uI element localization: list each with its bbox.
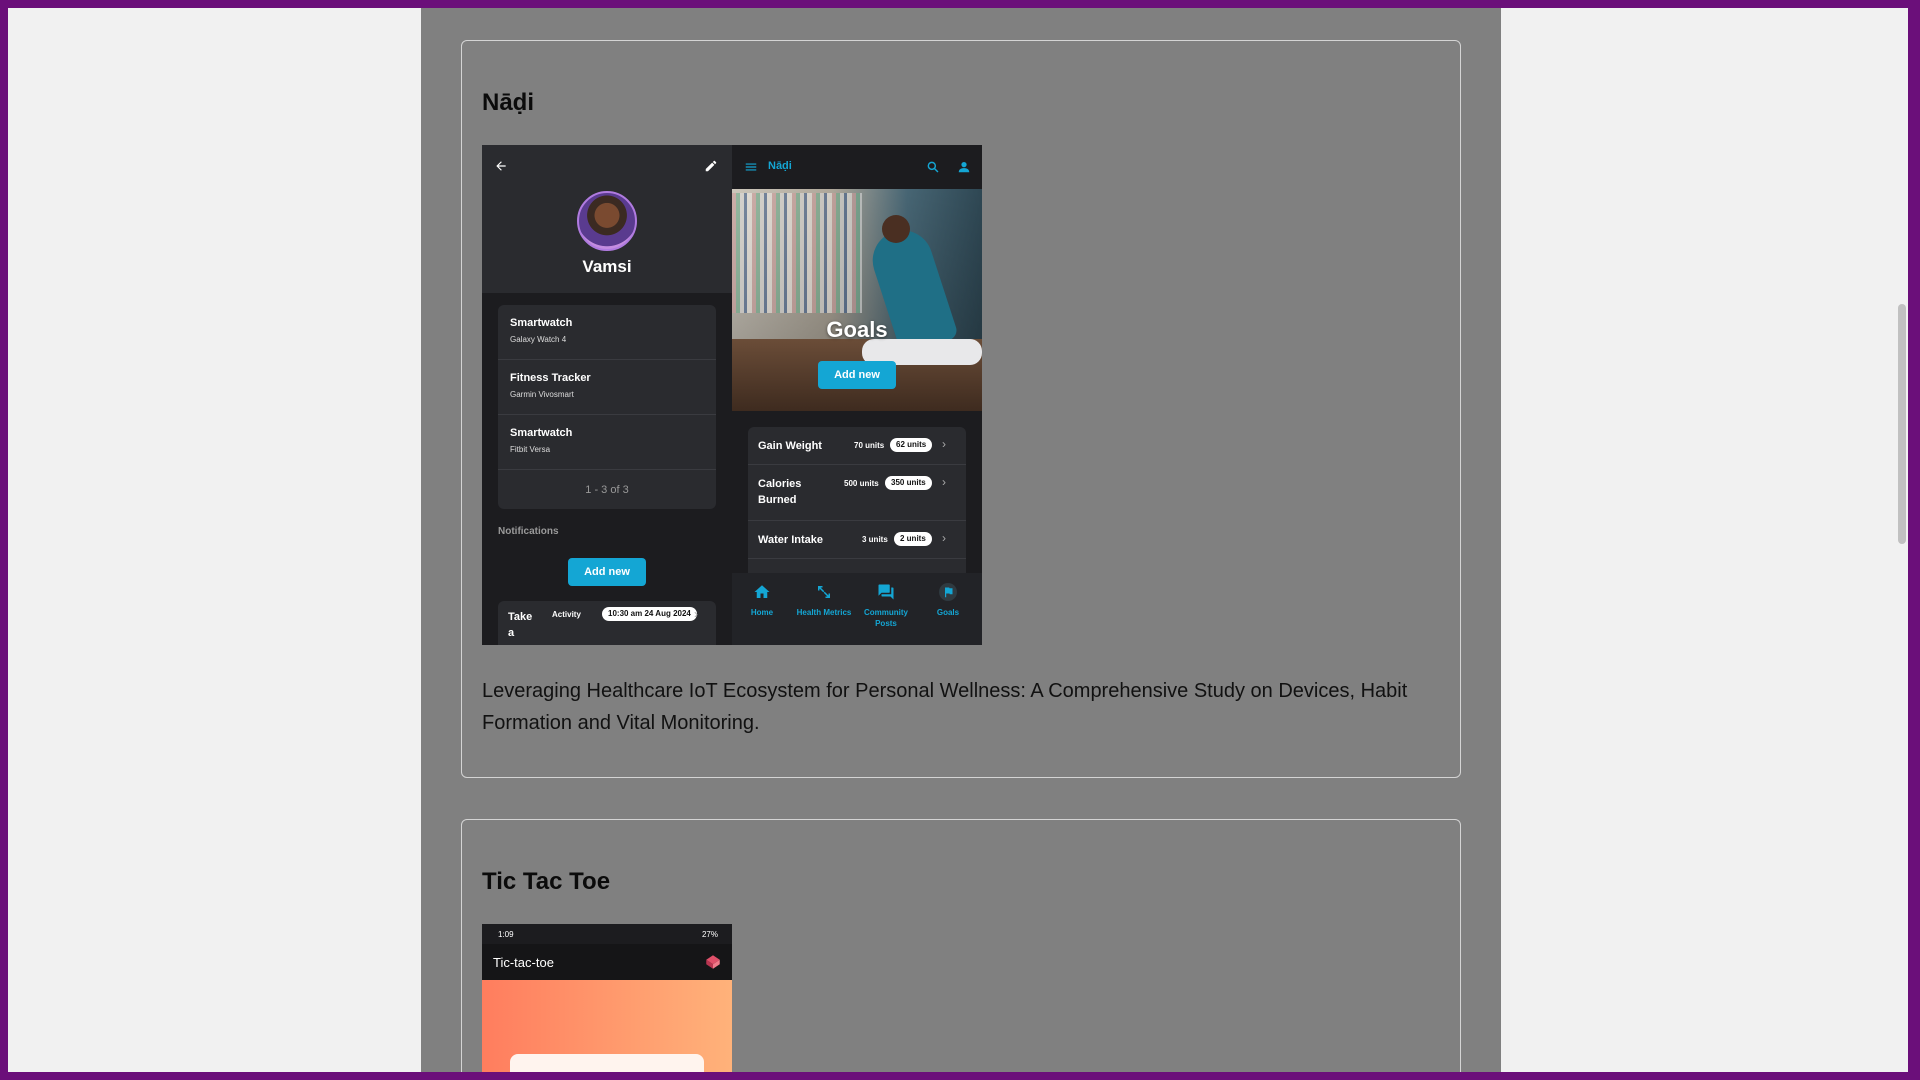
goal-target: 3 units xyxy=(862,535,888,544)
notification-type: Activity xyxy=(552,610,581,619)
notification-title: Take a xyxy=(508,611,533,639)
notifications-label: Notifications xyxy=(498,526,559,537)
add-new-button: Add new xyxy=(568,558,646,586)
device-subtitle: Garmin Vivosmart xyxy=(510,390,574,399)
hero-image: Goals Add new xyxy=(732,189,982,411)
add-new-button: Add new xyxy=(818,361,896,389)
bookshelf-graphic xyxy=(732,193,862,313)
game-card xyxy=(510,1054,704,1072)
browser-viewport: Nāḍi Vamsi Smartwatch Galaxy Watch 4 Fit… xyxy=(8,8,1908,1072)
nav-label: Health Metrics xyxy=(796,608,852,617)
pager-text: 1 - 3 of 3 xyxy=(585,484,629,496)
app-bar: Tic-tac-toe xyxy=(482,944,732,980)
project-title: Tic Tac Toe xyxy=(482,868,611,895)
flag-icon xyxy=(939,583,957,601)
app-logo-icon xyxy=(706,955,720,969)
tictactoe-screenshot: 1:09 27% Tic-tac-toe xyxy=(482,924,732,1072)
home-icon xyxy=(754,585,770,598)
device-subtitle: Galaxy Watch 4 xyxy=(510,335,567,344)
goal-target: 500 units xyxy=(844,479,879,488)
app-title: Nāḍi xyxy=(768,160,792,172)
goal-current-badge: 62 units xyxy=(890,438,933,452)
notification-time-badge: 10:30 am 24 Aug 2024 xyxy=(602,607,697,621)
status-bar: 1:09 27% xyxy=(482,924,732,944)
list-item: Smartwatch Galaxy Watch 4 xyxy=(498,305,716,360)
app-title: Tic-tac-toe xyxy=(493,955,554,970)
profile-header: Vamsi xyxy=(482,145,732,293)
goal-current-badge: 2 units xyxy=(894,532,932,546)
nav-item-community-posts: Community Posts xyxy=(856,583,916,629)
forum-icon xyxy=(878,584,894,600)
nav-label: Home xyxy=(750,608,774,617)
chevron-right-icon: › xyxy=(942,531,946,545)
project-title: Nāḍi xyxy=(482,89,535,116)
metrics-icon xyxy=(818,586,830,598)
user-name: Vamsi xyxy=(582,257,632,276)
menu-icon xyxy=(740,156,762,178)
goal-current-badge: 350 units xyxy=(885,476,932,490)
chevron-right-icon: › xyxy=(694,607,698,621)
device-title: Smartwatch xyxy=(510,427,573,439)
list-item: Water Intake 3 units 2 units › xyxy=(748,521,966,559)
list-item: Fitness Tracker Garmin Vivosmart xyxy=(498,360,716,415)
back-arrow-icon xyxy=(490,155,512,177)
profile-screenshot: Vamsi Smartwatch Galaxy Watch 4 Fitness … xyxy=(482,145,732,645)
device-list: Smartwatch Galaxy Watch 4 Fitness Tracke… xyxy=(498,305,716,509)
app-bar: Nāḍi xyxy=(732,145,982,189)
device-subtitle: Fitbit Versa xyxy=(510,445,551,454)
bottom-navigation: Home Health Metrics Community Posts Goal… xyxy=(732,573,982,645)
device-title: Smartwatch xyxy=(510,317,573,329)
nav-item-goals: Goals xyxy=(918,583,978,618)
notification-item: Take a Activity 10:30 am 24 Aug 2024 › xyxy=(498,601,716,645)
edit-pencil-icon xyxy=(700,155,722,177)
person-icon xyxy=(953,156,975,178)
nav-label: Goals xyxy=(936,608,960,617)
chevron-right-icon: › xyxy=(942,475,946,489)
page-scrollbar[interactable] xyxy=(1896,8,1908,1072)
goal-target: 70 units xyxy=(854,441,885,450)
chevron-right-icon: › xyxy=(942,437,946,451)
list-item: Gain Weight 70 units 62 units › xyxy=(748,427,966,465)
hero-title: Goals xyxy=(826,317,888,342)
scrollbar-thumb[interactable] xyxy=(1898,304,1906,544)
goal-name: Water Intake xyxy=(758,534,824,546)
status-time: 1:09 xyxy=(498,930,514,939)
person-head-graphic xyxy=(882,215,910,243)
nav-item-home: Home xyxy=(732,583,792,618)
content-column: Nāḍi Vamsi Smartwatch Galaxy Watch 4 Fit… xyxy=(421,8,1501,1072)
list-item: Smartwatch Fitbit Versa xyxy=(498,415,716,470)
status-battery: 27% xyxy=(701,930,718,939)
project-card: Tic Tac Toe 1:09 27% Tic-tac-toe xyxy=(461,819,1461,1072)
project-description: Leveraging Healthcare IoT Ecosystem for … xyxy=(482,680,1408,734)
goals-screenshot: Nāḍi Goals Add new Gain Weight 70 units … xyxy=(732,145,982,645)
goal-name: Gain Weight xyxy=(758,440,822,452)
avatar xyxy=(577,191,637,251)
nav-label: Community Posts xyxy=(864,608,908,628)
list-item: Calories Burned 500 units 350 units › xyxy=(748,465,966,521)
project-card: Nāḍi Vamsi Smartwatch Galaxy Watch 4 Fit… xyxy=(461,40,1461,778)
goal-name: Calories Burned xyxy=(758,478,802,506)
device-title: Fitness Tracker xyxy=(510,372,591,384)
nav-item-health-metrics: Health Metrics xyxy=(794,583,854,618)
game-background xyxy=(482,980,732,1072)
search-icon xyxy=(922,156,944,178)
